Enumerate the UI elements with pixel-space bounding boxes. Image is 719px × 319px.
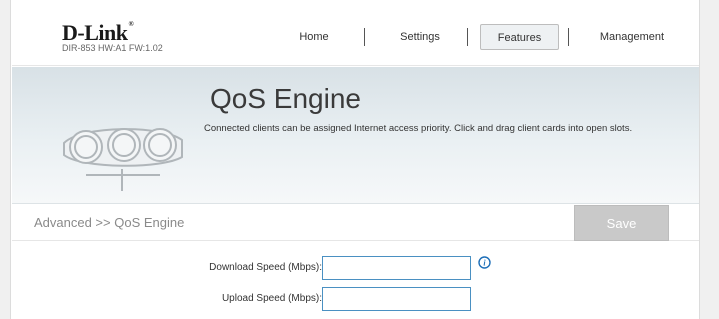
top-header: D-Link® DIR-853 HW:A1 FW:1.02 Home Setti… xyxy=(12,0,699,66)
qos-engine-icon xyxy=(63,128,183,191)
qos-form: Download Speed (Mbps): i Upload Speed (M… xyxy=(12,242,699,319)
upload-speed-row: Upload Speed (Mbps): xyxy=(12,287,699,311)
nav-separator xyxy=(467,28,468,46)
download-speed-row: Download Speed (Mbps): i xyxy=(12,256,699,280)
info-icon[interactable]: i xyxy=(478,256,491,269)
nav-home[interactable]: Home xyxy=(284,24,344,50)
breadcrumb: Advanced >> QoS Engine xyxy=(34,215,185,230)
nav-separator xyxy=(568,28,569,46)
feature-banner: QoS Engine Connected clients can be assi… xyxy=(12,67,699,204)
upload-speed-label: Upload Speed (Mbps): xyxy=(221,293,322,304)
right-frame-border xyxy=(699,0,719,319)
download-speed-input[interactable] xyxy=(322,256,471,280)
page-title: QoS Engine xyxy=(210,83,361,114)
nav-settings[interactable]: Settings xyxy=(385,24,455,50)
save-button[interactable]: Save xyxy=(574,205,669,241)
nav-separator xyxy=(364,28,365,46)
page-description: Connected clients can be assigned Intern… xyxy=(204,123,633,134)
main-nav: Home Settings Features Management xyxy=(12,24,699,50)
nav-features[interactable]: Features xyxy=(480,24,559,50)
upload-speed-input[interactable] xyxy=(322,287,471,311)
nav-management[interactable]: Management xyxy=(582,24,682,50)
left-frame-border xyxy=(0,0,11,319)
action-bar: Advanced >> QoS Engine Save xyxy=(12,205,699,241)
download-speed-label: Download Speed (Mbps): xyxy=(209,262,322,273)
